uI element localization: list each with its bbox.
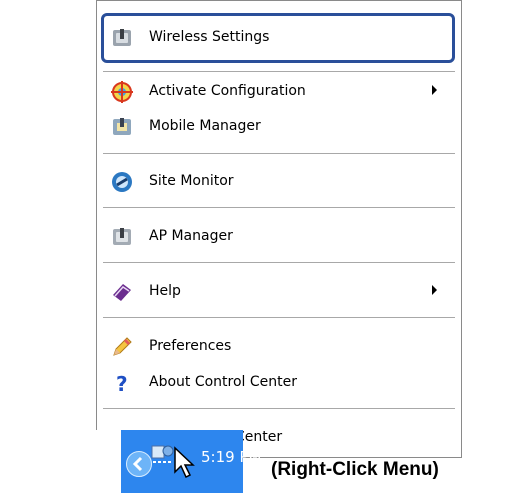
site-monitor-icon bbox=[112, 172, 132, 192]
chevron-left-icon bbox=[132, 456, 143, 472]
menu-separator bbox=[103, 262, 455, 263]
menu-item-label: Site Monitor bbox=[149, 173, 234, 189]
menu-item-preferences[interactable]: Preferences bbox=[97, 330, 461, 364]
pencil-icon bbox=[113, 337, 132, 356]
menu-separator bbox=[103, 317, 455, 318]
help-book-icon bbox=[113, 284, 131, 301]
submenu-arrow-icon bbox=[432, 285, 437, 295]
mouse-cursor-icon bbox=[174, 446, 195, 479]
menu-item-site-monitor[interactable]: Site Monitor bbox=[97, 165, 461, 199]
target-icon bbox=[111, 81, 133, 103]
mobile-manager-icon bbox=[113, 118, 131, 135]
show-hidden-icons-button[interactable] bbox=[126, 451, 152, 477]
menu-item-label: Help bbox=[149, 283, 181, 299]
menu-item-help[interactable]: Help bbox=[97, 275, 461, 309]
question-icon: ? bbox=[116, 372, 128, 394]
blank-area bbox=[0, 430, 121, 493]
context-menu: Wireless Settings Activate Configuration… bbox=[96, 0, 462, 458]
menu-item-mobile-manager[interactable]: Mobile Manager bbox=[97, 110, 461, 144]
wireless-settings-icon bbox=[113, 29, 131, 46]
menu-separator bbox=[103, 408, 455, 409]
menu-item-label: Activate Configuration bbox=[149, 83, 306, 99]
menu-item-wireless-settings[interactable]: Wireless Settings bbox=[97, 21, 461, 55]
menu-separator bbox=[103, 153, 455, 154]
system-clock[interactable]: 5:19 PM bbox=[201, 448, 261, 466]
menu-item-activate-configuration[interactable]: Activate Configuration bbox=[97, 75, 461, 109]
menu-item-label: About Control Center bbox=[149, 374, 298, 390]
menu-item-label: AP Manager bbox=[149, 228, 233, 244]
caption: (Right-Click Menu) bbox=[271, 459, 439, 480]
menu-item-about-control-center[interactable]: ? About Control Center bbox=[97, 366, 461, 400]
menu-item-label: Wireless Settings bbox=[149, 29, 270, 45]
menu-item-ap-manager[interactable]: AP Manager bbox=[97, 220, 461, 254]
ap-manager-icon bbox=[113, 228, 131, 245]
menu-separator bbox=[103, 71, 455, 72]
menu-item-label: Mobile Manager bbox=[149, 118, 261, 134]
submenu-arrow-icon bbox=[432, 85, 437, 95]
menu-item-label: Preferences bbox=[149, 338, 232, 354]
svg-text:?: ? bbox=[116, 372, 128, 394]
menu-separator bbox=[103, 207, 455, 208]
